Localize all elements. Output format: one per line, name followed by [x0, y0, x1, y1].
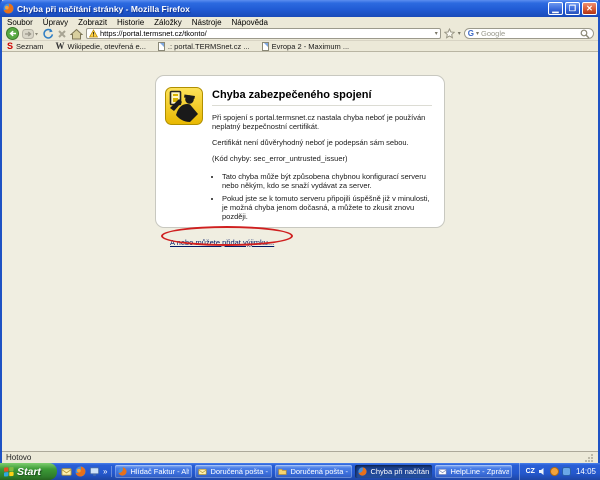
- bookmark-label: Evropa 2 - Maximum ...: [272, 42, 350, 51]
- stop-button[interactable]: [57, 29, 67, 39]
- stop-x-icon: [57, 29, 67, 39]
- bookmark-wikipedia[interactable]: W Wikipedie, otevřená e...: [56, 42, 146, 51]
- seznam-icon: S: [7, 42, 13, 51]
- firefox-window: Chyba při načítání stránky - Mozilla Fir…: [0, 0, 600, 463]
- star-icon: [444, 28, 455, 39]
- status-text: Hotovo: [6, 453, 31, 462]
- taskbar-button-label: HelpLine - Zpráva (HT...: [450, 467, 509, 476]
- page-content: Chyba zabezpečeného spojení Při spojení …: [2, 52, 598, 451]
- taskbar-clock: 14:05: [574, 467, 596, 476]
- forward-button[interactable]: [22, 29, 39, 39]
- home-icon: [70, 28, 83, 40]
- firefox-icon: [358, 467, 367, 476]
- bookmark-star-button[interactable]: [444, 28, 455, 39]
- status-bar: Hotovo: [2, 451, 598, 463]
- firefox-app-icon: [3, 3, 14, 14]
- home-button[interactable]: [70, 28, 83, 40]
- error-intro: Při spojení s portal.termsnet.cz nastala…: [212, 113, 432, 131]
- star-dropdown-icon[interactable]: ▾: [458, 31, 461, 37]
- bookmark-termsnet[interactable]: .: portal.TERMSnet.cz ...: [158, 42, 250, 51]
- taskbar-button-dorucena-posta-2[interactable]: Doručená pošta - Mi...: [275, 465, 352, 478]
- quicklaunch-overflow-chevron[interactable]: »: [103, 467, 107, 476]
- bookmark-label: Wikipedie, otevřená e...: [68, 42, 146, 51]
- start-label: Start: [17, 466, 41, 478]
- menu-zalozky[interactable]: Záložky: [149, 18, 187, 27]
- error-hint: Tato chyba může být způsobena chybnou ko…: [222, 172, 432, 190]
- start-button[interactable]: Start: [0, 463, 57, 480]
- restore-button[interactable]: ❐: [565, 2, 580, 15]
- reload-icon: [42, 28, 54, 40]
- taskbar-button-helpline[interactable]: HelpLine - Zpráva (HT...: [435, 465, 512, 478]
- error-code: (Kód chyby: sec_error_untrusted_issuer): [212, 154, 432, 163]
- taskbar-button-label: Doručená pošta - Mic...: [210, 467, 269, 476]
- forward-arrow-icon: [22, 29, 39, 39]
- bookmarks-toolbar: S Seznam W Wikipedie, otevřená e... .: p…: [2, 41, 598, 52]
- page-icon: [262, 42, 269, 51]
- mail-icon: [198, 467, 207, 476]
- menu-historie[interactable]: Historie: [112, 18, 149, 27]
- menu-soubor[interactable]: Soubor: [2, 18, 38, 27]
- windows-logo-icon: [4, 467, 14, 477]
- tray-language-indicator[interactable]: CZ: [526, 468, 535, 475]
- error-panel: Chyba zabezpečeného spojení Při spojení …: [155, 75, 445, 228]
- error-reason: Certifikát není důvěryhodný neboť je pod…: [212, 138, 432, 147]
- search-input[interactable]: [481, 29, 578, 38]
- close-button[interactable]: ✕: [582, 2, 597, 15]
- taskbar-button-label: Hlídač Faktur - Alfa...: [130, 467, 189, 476]
- search-engine-dropdown-icon[interactable]: ▾: [476, 31, 479, 37]
- menu-bar: Soubor Úpravy Zobrazit Historie Záložky …: [2, 17, 598, 27]
- minimize-button[interactable]: ▁: [548, 2, 563, 15]
- exception-row: A nebo můžete přidat výjimku...: [170, 232, 320, 250]
- back-arrow-icon: [6, 27, 19, 40]
- menu-upravy[interactable]: Úpravy: [38, 18, 73, 27]
- taskbar-button-label: Doručená pošta - Mi...: [290, 467, 349, 476]
- menu-napoveda[interactable]: Nápověda: [227, 18, 273, 27]
- system-tray: CZ 14:05: [519, 463, 600, 480]
- url-bar[interactable]: ▾: [86, 28, 441, 39]
- error-hint: Pokud jste se k tomuto serveru připojili…: [222, 194, 432, 221]
- quicklaunch-mail-icon[interactable]: [61, 466, 72, 477]
- window-title: Chyba při načítání stránky - Mozilla Fir…: [17, 4, 548, 14]
- taskbar-button-hlidac-faktur[interactable]: Hlídač Faktur - Alfa...: [115, 465, 192, 478]
- taskbar-button-chyba-nacitani[interactable]: Chyba při načítání str...: [355, 465, 432, 478]
- bookmark-label: .: portal.TERMSnet.cz ...: [168, 42, 250, 51]
- navigation-toolbar: ▾ ▾ G ▾: [2, 27, 598, 41]
- title-bar: Chyba při načítání stránky - Mozilla Fir…: [0, 0, 600, 17]
- urlbar-dropdown-icon[interactable]: ▾: [435, 31, 438, 37]
- bookmark-seznam[interactable]: S Seznam: [7, 42, 44, 51]
- reload-button[interactable]: [42, 28, 54, 40]
- window-controls: ▁ ❐ ✕: [548, 2, 597, 15]
- tray-status-icon-blue[interactable]: [562, 467, 571, 476]
- quick-launch: »: [57, 466, 112, 477]
- url-input[interactable]: [100, 29, 433, 38]
- security-policeman-icon: [165, 87, 203, 125]
- page-icon: [158, 42, 165, 51]
- taskbar-button-dorucena-posta-1[interactable]: Doručená pošta - Mic...: [195, 465, 272, 478]
- menu-zobrazit[interactable]: Zobrazit: [73, 18, 112, 27]
- firefox-icon: [118, 467, 127, 476]
- resize-grip[interactable]: [584, 453, 594, 463]
- quicklaunch-firefox-icon[interactable]: [75, 466, 86, 477]
- tray-volume-icon[interactable]: [538, 467, 547, 476]
- tray-status-icon-orange[interactable]: [550, 467, 559, 476]
- folder-icon: [278, 467, 287, 476]
- google-logo-icon: G: [468, 30, 474, 38]
- bookmark-label: Seznam: [16, 42, 44, 51]
- back-button[interactable]: [6, 27, 19, 40]
- warning-icon: [89, 29, 98, 38]
- wikipedia-icon: W: [56, 42, 65, 51]
- bookmark-evropa2[interactable]: Evropa 2 - Maximum ...: [262, 42, 350, 51]
- menu-nastroje[interactable]: Nástroje: [187, 18, 227, 27]
- search-box[interactable]: G ▾: [464, 28, 594, 39]
- add-exception-link[interactable]: A nebo můžete přidat výjimku...: [170, 238, 274, 247]
- search-magnifier-icon[interactable]: [580, 29, 590, 39]
- taskbar-button-label: Chyba při načítání str...: [370, 467, 429, 476]
- quicklaunch-desktop-icon[interactable]: [89, 466, 100, 477]
- error-title: Chyba zabezpečeného spojení: [212, 89, 432, 106]
- mail-icon: [438, 467, 447, 476]
- taskbar: Start » Hlídač Faktur - Alfa.: [0, 463, 600, 480]
- desktop: Chyba při načítání stránky - Mozilla Fir…: [0, 0, 600, 480]
- error-hints: Tato chyba může být způsobena chybnou ko…: [222, 172, 432, 221]
